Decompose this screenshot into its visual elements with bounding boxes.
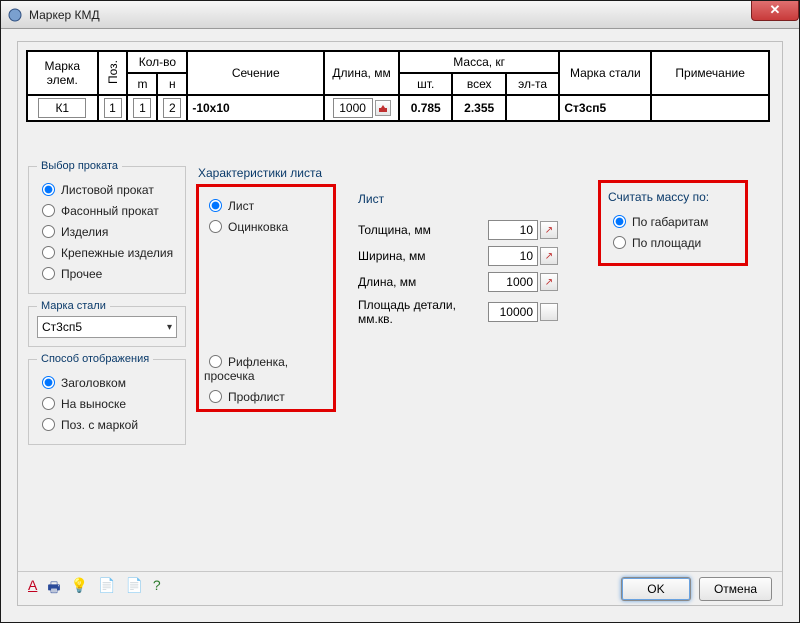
col-pos: Поз.	[98, 51, 128, 95]
close-button[interactable]: ✕	[751, 1, 799, 21]
steel-combo[interactable]: Ст3сп5 ▾	[37, 316, 177, 338]
bulb-icon[interactable]: 💡	[71, 577, 88, 601]
rolled-group: Выбор проката Листовой прокат Фасонный п…	[28, 160, 186, 294]
col-mass-el: эл-та	[506, 73, 559, 95]
list-group-title: Лист	[358, 192, 384, 206]
col-qty-n: н	[157, 73, 187, 95]
rolled-sheet[interactable]: Листовой прокат	[37, 180, 177, 197]
col-mark: Марка элем.	[27, 51, 98, 95]
mass-all: 2.355	[452, 95, 505, 121]
col-qty-m: m	[127, 73, 157, 95]
rolled-goods[interactable]: Изделия	[37, 222, 177, 239]
mass-pc: 0.785	[399, 95, 452, 121]
col-mass-all: всех	[452, 73, 505, 95]
width-input[interactable]	[488, 246, 538, 266]
area-input[interactable]	[488, 302, 538, 322]
section-value: -10x10	[187, 95, 324, 121]
rolled-shape[interactable]: Фасонный прокат	[37, 201, 177, 218]
chevron-down-icon: ▾	[167, 322, 172, 333]
display-header[interactable]: Заголовком	[37, 373, 177, 390]
window-title: Маркер КМД	[29, 8, 100, 22]
steel-group: Марка стали Ст3сп5 ▾	[28, 300, 186, 347]
col-length: Длина, мм	[324, 51, 399, 95]
edit-sheet-icon[interactable]: 📄	[98, 577, 115, 601]
steel-value: Ст3сп5	[559, 95, 651, 121]
display-leader[interactable]: На выноске	[37, 394, 177, 411]
pos-input[interactable]	[104, 98, 122, 118]
pick-width-button[interactable]: ↗	[540, 247, 558, 265]
col-qty: Кол-во	[127, 51, 187, 73]
col-mass: Масса, кг	[399, 51, 559, 73]
rolled-other[interactable]: Прочее	[37, 264, 177, 281]
display-posmark[interactable]: Поз. с маркой	[37, 415, 177, 432]
pick-thickness-button[interactable]: ↗	[540, 221, 558, 239]
display-group: Способ отображения Заголовком На выноске…	[28, 353, 186, 445]
col-steel: Марка стали	[559, 51, 651, 95]
length-input[interactable]	[333, 98, 373, 118]
length-pick-button[interactable]	[375, 100, 391, 116]
col-section: Сечение	[187, 51, 324, 95]
mass-by-area[interactable]: По площади	[608, 233, 742, 250]
params-table: Марка элем. Поз. Кол-во Сечение Длина, м…	[26, 50, 770, 122]
sheet-zinc[interactable]: Оцинковка	[204, 217, 332, 234]
thickness-input[interactable]	[488, 220, 538, 240]
sheet-length-input[interactable]	[488, 272, 538, 292]
mass-el	[506, 95, 559, 121]
sheet-list[interactable]: Лист	[204, 196, 332, 213]
col-note: Примечание	[651, 51, 769, 95]
pick-length-button[interactable]: ↗	[540, 273, 558, 291]
text-format-icon[interactable]: A	[28, 577, 37, 601]
sheet-char-title: Характеристики листа	[198, 166, 322, 180]
print-icon[interactable]: 🖶	[47, 577, 60, 601]
cancel-button[interactable]: Отмена	[699, 577, 772, 601]
sheet-riffle[interactable]: Рифленка, просечка	[204, 352, 332, 383]
rolled-fastener[interactable]: Крепежные изделия	[37, 243, 177, 260]
col-mass-pc: шт.	[399, 73, 452, 95]
help-icon[interactable]: ?	[153, 577, 161, 601]
qty-m-input[interactable]	[133, 98, 151, 118]
qty-n-input[interactable]	[163, 98, 181, 118]
sheet-icon[interactable]: 📄	[125, 577, 142, 601]
mark-input[interactable]	[38, 98, 86, 118]
ok-button[interactable]: OK	[621, 577, 691, 601]
note-input[interactable]	[662, 99, 758, 117]
pick-area-button[interactable]	[540, 303, 558, 321]
app-icon	[7, 7, 23, 23]
mass-by-title: Считать массу по:	[608, 190, 709, 204]
sheet-proflist[interactable]: Профлист	[204, 387, 332, 404]
mass-by-gab[interactable]: По габаритам	[608, 212, 742, 229]
